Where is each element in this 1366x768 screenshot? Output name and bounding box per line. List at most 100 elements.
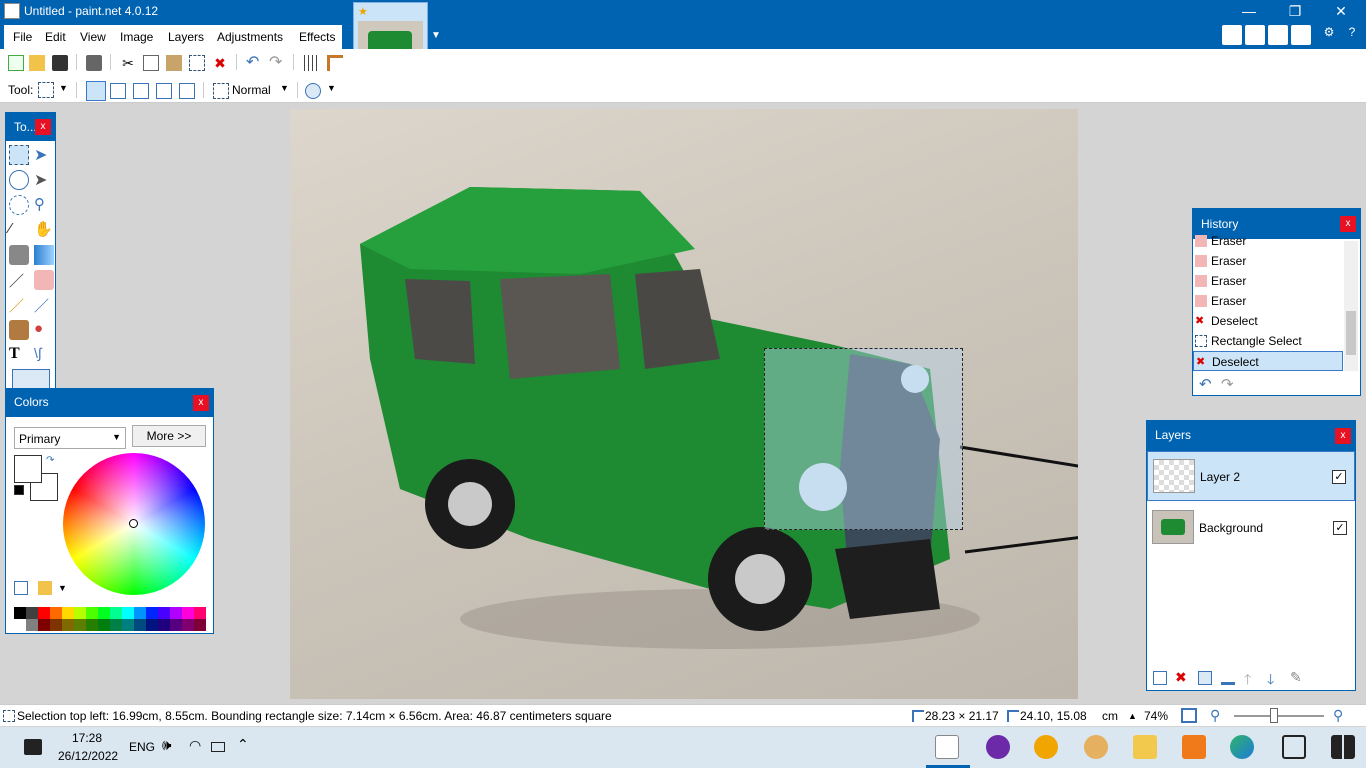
history-undo-icon[interactable]: ↶ — [1199, 375, 1212, 393]
clock-date[interactable]: 26/12/2022 — [58, 749, 118, 763]
color-palette[interactable] — [14, 607, 206, 631]
zoom-slider[interactable] — [1234, 715, 1324, 717]
add-layer-icon[interactable] — [1153, 671, 1167, 685]
settings-icon[interactable]: ⚙ — [1319, 25, 1339, 45]
eraser-tool-icon[interactable] — [34, 270, 54, 290]
zoom-value[interactable]: 74% — [1144, 709, 1168, 723]
open-icon[interactable] — [29, 55, 45, 71]
selection-mode-union-icon[interactable] — [110, 83, 126, 99]
tool-dropdown-icon[interactable]: ▼ — [59, 83, 68, 93]
selection-mode-intersect-icon[interactable] — [156, 83, 172, 99]
magic-wand-tool-icon[interactable]: ⁄ — [9, 220, 29, 240]
help-icon[interactable]: ? — [1342, 25, 1362, 45]
battery-icon[interactable] — [211, 742, 225, 752]
layer-row-background[interactable]: Background ✓ — [1147, 503, 1355, 553]
paintnet-taskbar-icon[interactable] — [935, 735, 959, 759]
unit-select[interactable]: cm — [1102, 709, 1118, 723]
layer-visibility-checkbox[interactable]: ✓ — [1333, 521, 1347, 535]
menu-view[interactable]: View — [80, 30, 106, 44]
history-item[interactable]: Eraser — [1193, 291, 1343, 311]
history-redo-icon[interactable]: ↷ — [1221, 375, 1234, 393]
save-icon[interactable] — [52, 55, 68, 71]
selection-mode-exclude-icon[interactable] — [133, 83, 149, 99]
shapes-tool-icon[interactable] — [12, 369, 50, 389]
windows-start-icon[interactable] — [1331, 735, 1355, 759]
minimize-button[interactable]: — — [1226, 0, 1272, 24]
crop-icon[interactable] — [189, 55, 205, 71]
colors-toggle-icon[interactable] — [1291, 25, 1311, 45]
ellipse-select-tool-icon[interactable] — [9, 195, 29, 215]
history-item[interactable]: Rectangle Select — [1193, 331, 1343, 351]
task-view-icon[interactable] — [1282, 735, 1306, 759]
menu-file[interactable]: File — [13, 30, 32, 44]
layers-panel-close-button[interactable]: x — [1335, 428, 1351, 444]
paintbrush-tool-icon[interactable]: ／ — [9, 270, 29, 290]
cut-icon[interactable]: ✂ — [120, 55, 136, 71]
layers-toggle-icon[interactable] — [1268, 25, 1288, 45]
action-center-icon[interactable] — [24, 739, 42, 755]
paint-bucket-tool-icon[interactable] — [9, 245, 29, 265]
palette-dropdown-icon[interactable]: ▼ — [58, 583, 67, 593]
file-explorer-icon[interactable] — [1133, 735, 1157, 759]
menu-effects[interactable]: Effects — [299, 30, 335, 44]
move-layer-up-icon[interactable]: 🡑 — [1244, 669, 1251, 693]
antialiasing-icon[interactable] — [305, 83, 321, 99]
edge-browser-icon[interactable] — [1230, 735, 1254, 759]
lasso-select-tool-icon[interactable] — [9, 170, 29, 190]
menu-image[interactable]: Image — [120, 30, 153, 44]
rectangle-select-tool-icon[interactable] — [9, 145, 29, 165]
tools-toggle-icon[interactable] — [1222, 25, 1242, 45]
paint-app-icon[interactable] — [1084, 735, 1108, 759]
swap-colors-icon[interactable]: ↷ — [46, 455, 54, 466]
gradient-tool-icon[interactable] — [34, 245, 54, 265]
history-item[interactable]: ✖ Deselect — [1193, 311, 1343, 331]
move-selected-pixels-tool-icon[interactable]: ➤ — [34, 145, 54, 165]
zoom-tool-icon[interactable]: ⚲ — [34, 195, 54, 215]
line-curve-tool-icon[interactable]: \∫ — [34, 345, 54, 365]
move-selection-tool-icon[interactable]: ➤ — [34, 170, 54, 190]
zoom-to-window-icon[interactable] — [1181, 708, 1197, 723]
unit-dropdown-icon[interactable]: ▲ — [1128, 711, 1137, 721]
more-button[interactable]: More >> — [132, 425, 206, 447]
color-mode-select[interactable]: Primary ▼ — [14, 427, 126, 449]
flood-mode-icon[interactable] — [213, 83, 229, 99]
volume-icon[interactable]: 🕪 — [162, 737, 171, 754]
wifi-icon[interactable]: ◠ — [189, 737, 201, 754]
color-picker-tool-icon[interactable]: ／ — [34, 295, 54, 315]
recolor-tool-icon[interactable]: ● — [34, 320, 54, 340]
app-icon-purple[interactable] — [986, 735, 1010, 759]
rectangle-selection[interactable] — [764, 348, 963, 530]
media-player-icon[interactable] — [1182, 735, 1206, 759]
new-icon[interactable] — [8, 55, 24, 71]
grid-icon[interactable] — [304, 55, 320, 71]
menu-layers[interactable]: Layers — [168, 30, 204, 44]
layer-visibility-checkbox[interactable]: ✓ — [1332, 470, 1346, 484]
zoom-slider-thumb[interactable] — [1270, 708, 1278, 723]
history-toggle-icon[interactable] — [1245, 25, 1265, 45]
reset-colors-icon[interactable] — [14, 485, 24, 495]
zoom-out-icon[interactable]: ⚲ — [1210, 707, 1220, 724]
color-wheel[interactable] — [63, 453, 205, 595]
colors-panel-close-button[interactable]: x — [193, 395, 209, 411]
merge-layer-down-icon[interactable] — [1221, 671, 1235, 685]
text-tool-icon[interactable]: T — [9, 345, 29, 365]
palette-menu-icon[interactable] — [38, 581, 52, 595]
clock-time[interactable]: 17:28 — [72, 731, 102, 745]
pan-tool-icon[interactable]: ✋ — [34, 220, 54, 240]
headphones-app-icon[interactable] — [1034, 735, 1058, 759]
paste-icon[interactable] — [166, 55, 182, 71]
input-language[interactable]: ENG — [129, 740, 155, 754]
history-scrollbar-thumb[interactable] — [1346, 311, 1356, 355]
history-panel-close-button[interactable]: x — [1340, 216, 1356, 232]
history-item[interactable]: Eraser — [1193, 271, 1343, 291]
clone-stamp-tool-icon[interactable] — [9, 320, 29, 340]
move-layer-down-icon[interactable]: 🡓 — [1267, 669, 1274, 693]
blend-mode-select[interactable]: Normal — [232, 83, 271, 97]
history-scrollbar[interactable] — [1344, 241, 1358, 371]
print-icon[interactable] — [86, 55, 102, 71]
duplicate-layer-icon[interactable] — [1198, 671, 1212, 685]
antialiasing-dropdown-icon[interactable]: ▼ — [327, 83, 336, 93]
redo-icon[interactable]: ↷ — [269, 55, 285, 71]
color-wheel-handle[interactable] — [129, 519, 138, 528]
deselect-icon[interactable]: ✖ — [212, 55, 228, 71]
